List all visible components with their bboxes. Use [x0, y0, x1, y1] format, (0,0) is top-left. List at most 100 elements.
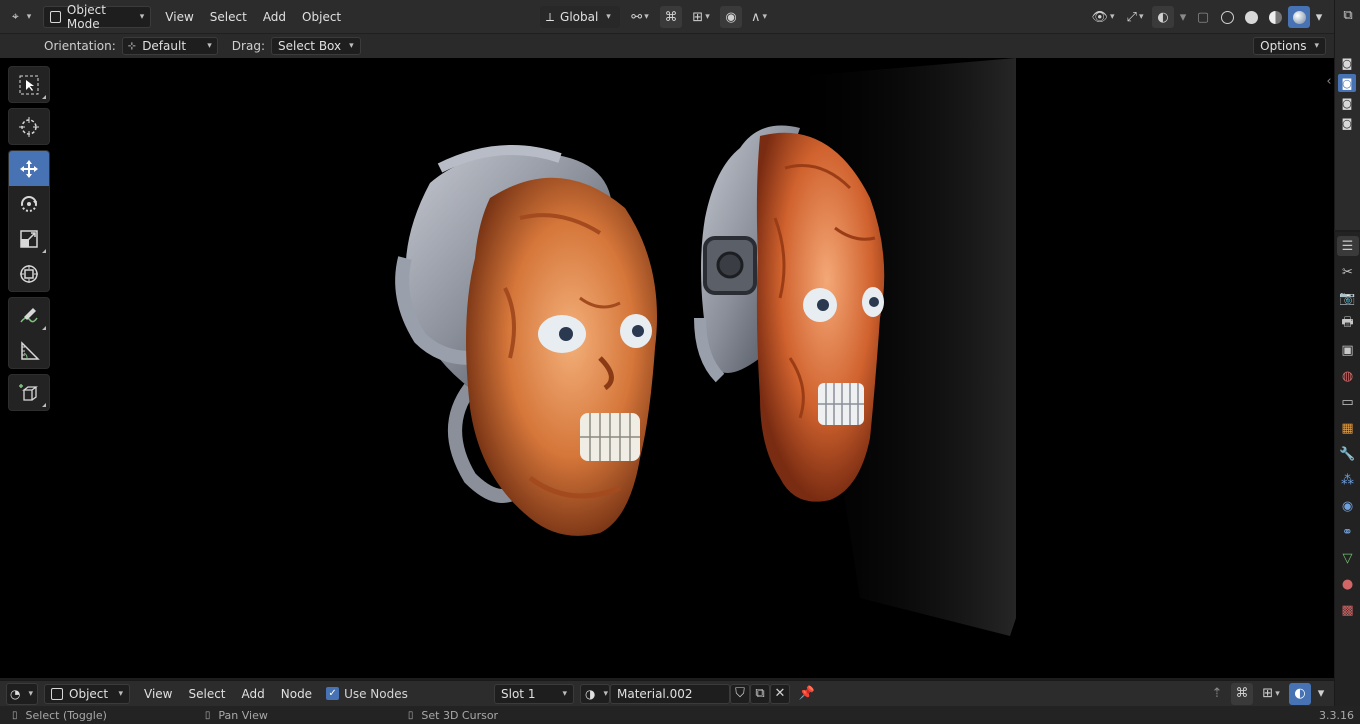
shading-options-chevron-icon[interactable]: ▾ — [1312, 6, 1326, 28]
menu-view[interactable]: View — [157, 6, 201, 28]
slot-dropdown[interactable]: Slot 1 ▾ — [494, 683, 574, 704]
snap-toggle-icon[interactable]: ⌘ — [660, 6, 682, 28]
mouse-right-icon: ▯ — [407, 709, 414, 721]
scene-properties-icon[interactable]: ◍ — [1339, 366, 1357, 386]
snap-element-icon[interactable]: ⊞ ▾ — [1256, 683, 1286, 705]
particles-icon[interactable]: ⁂ — [1339, 470, 1357, 490]
orientation-label: Global — [560, 10, 599, 24]
orientation-gizmo-icon: ⊹ — [127, 40, 137, 52]
modifier-properties-icon[interactable]: 🔧 — [1339, 444, 1357, 464]
node-overlays-icon[interactable]: ◐ — [1289, 682, 1311, 705]
parent-node-tree-icon[interactable]: ⇡ — [1206, 683, 1228, 705]
rotate-tool[interactable] — [9, 186, 49, 221]
use-nodes-toggle[interactable]: ✓ Use Nodes — [326, 687, 408, 701]
menu-add[interactable]: Add — [255, 6, 294, 28]
wireframe-shading-icon[interactable] — [1216, 6, 1238, 28]
annotate-tool[interactable] — [9, 298, 49, 333]
fake-user-shield-icon[interactable]: ⛉ — [730, 683, 750, 704]
editor-type-selector-bottom[interactable]: ◔ ▾ — [6, 682, 38, 705]
camera-icon[interactable]: ◙ — [1338, 114, 1356, 132]
material-browse-button[interactable]: ◑ ▾ — [580, 683, 610, 704]
drag-value: Select Box — [277, 39, 342, 53]
pivot-point-icon[interactable]: ⚯ ▾ — [624, 6, 656, 28]
outliner-editor-icon[interactable]: ⧉ — [1337, 4, 1359, 26]
drag-field-label: Drag: — [231, 39, 265, 53]
node-menu-add[interactable]: Add — [234, 683, 273, 705]
add-cube-tool[interactable] — [9, 375, 49, 410]
workspace-tabs-edge — [0, 0, 1334, 2]
move-tool[interactable] — [9, 151, 49, 186]
options-dropdown[interactable]: Options ▾ — [1253, 37, 1326, 55]
node-menu-select[interactable]: Select — [180, 683, 233, 705]
drag-dropdown[interactable]: Select Box ▾ — [270, 37, 361, 55]
tool-properties-icon[interactable]: ✂ — [1339, 262, 1357, 282]
visibility-eye-icon[interactable]: 👁 ▾ — [1088, 6, 1118, 28]
camera-icon[interactable]: ◙ — [1338, 94, 1356, 112]
physics-icon[interactable]: ◉ — [1339, 496, 1357, 516]
measure-ruler-icon — [21, 340, 40, 360]
chevron-down-icon: ▾ — [139, 11, 145, 22]
rotate-icon — [21, 195, 37, 212]
menu-select[interactable]: Select — [202, 6, 255, 28]
world-properties-icon[interactable]: ▭ — [1339, 392, 1357, 412]
snap-target-icon[interactable]: ⊞ ▾ — [686, 6, 716, 28]
snap-toggle-bottom-icon[interactable]: ⌘ — [1231, 682, 1253, 705]
transform-tool[interactable] — [9, 256, 49, 291]
3d-viewport[interactable] — [0, 58, 1334, 678]
proportional-edit-icon[interactable]: ◉ — [720, 6, 742, 28]
falloff-icon[interactable]: ∧ ▾ — [746, 6, 772, 28]
menu-object[interactable]: Object — [294, 6, 349, 28]
texture-properties-icon[interactable]: ▩ — [1339, 600, 1357, 620]
solid-shading-icon[interactable] — [1240, 6, 1262, 28]
shader-editor-header: ◔ ▾ Object ▾ View Select Add Node ✓ Use N… — [0, 680, 1334, 706]
material-properties-icon[interactable]: ● — [1339, 574, 1357, 594]
transform-orientation-dropdown[interactable]: ⟂ Global ▾ — [540, 6, 620, 28]
material-shading-icon[interactable] — [1264, 6, 1286, 28]
select-tool-group — [8, 66, 50, 103]
node-menu-node[interactable]: Node — [273, 683, 320, 705]
output-properties-icon[interactable]: 🖶 — [1339, 314, 1357, 334]
duplicate-material-icon[interactable]: ⧉ — [750, 683, 770, 704]
constraints-icon[interactable]: ⚭ — [1339, 522, 1357, 542]
xray-icon[interactable]: ▢ — [1192, 6, 1214, 28]
cursor-hint: Set 3D Cursor — [421, 708, 499, 722]
shader-type-dropdown[interactable]: Object ▾ — [44, 683, 130, 704]
object-properties-icon[interactable]: ▦ — [1339, 418, 1357, 438]
object-icon — [51, 687, 63, 700]
overlays-dropdown-icon[interactable]: ▾ — [1176, 6, 1190, 28]
render-properties-icon[interactable]: 📷 — [1339, 288, 1357, 308]
properties-editor-icon[interactable]: ☰ — [1336, 236, 1359, 256]
version-label: 3.3.16 — [1319, 708, 1354, 722]
mode-dropdown[interactable]: Object Mode ▾ — [43, 3, 152, 31]
unlink-material-icon[interactable]: ✕ — [770, 683, 790, 704]
right-skull-model — [694, 125, 885, 502]
move-icon — [20, 159, 38, 178]
annotate-tool-group — [8, 297, 50, 369]
chevron-down-icon: ▾ — [349, 41, 354, 51]
gizmo-icon[interactable]: ⤢ ▾ — [1120, 6, 1150, 28]
material-name: Material.002 — [617, 686, 693, 701]
overlays-icon[interactable]: ◐ — [1152, 6, 1174, 28]
scene-render — [395, 58, 1016, 636]
camera-icon[interactable]: ◙ — [1338, 54, 1356, 72]
active-camera-icon[interactable]: ◙ — [1338, 74, 1356, 92]
measure-tool[interactable] — [9, 333, 49, 368]
sidebar-collapse-chevron-icon[interactable]: ‹ — [1323, 70, 1335, 92]
cursor-tool[interactable] — [9, 109, 49, 144]
select-box-icon — [19, 75, 39, 94]
view-layer-icon[interactable]: ▣ — [1339, 340, 1357, 360]
status-bar: ▯ Select (Toggle) ▯ Pan View ▯ Set 3D Cu… — [0, 706, 1360, 724]
orientation-dropdown[interactable]: ⊹ Default ▾ — [121, 37, 218, 55]
object-data-icon[interactable]: ▽ — [1339, 548, 1357, 568]
editor-type-selector[interactable]: ⌖ ▾ — [6, 6, 37, 28]
pin-icon[interactable]: 📌 — [796, 683, 818, 705]
rendered-shading-icon[interactable] — [1288, 6, 1310, 28]
scale-tool[interactable] — [9, 221, 49, 256]
material-name-field[interactable]: Material.002 — [610, 683, 730, 704]
material-sphere-icon: ◑ — [585, 686, 596, 701]
use-nodes-label: Use Nodes — [344, 686, 408, 701]
add-cube-icon — [19, 383, 38, 401]
select-box-tool[interactable] — [9, 67, 49, 102]
node-menu-view[interactable]: View — [136, 683, 180, 705]
node-overlays-chevron-icon[interactable]: ▾ — [1314, 683, 1328, 705]
